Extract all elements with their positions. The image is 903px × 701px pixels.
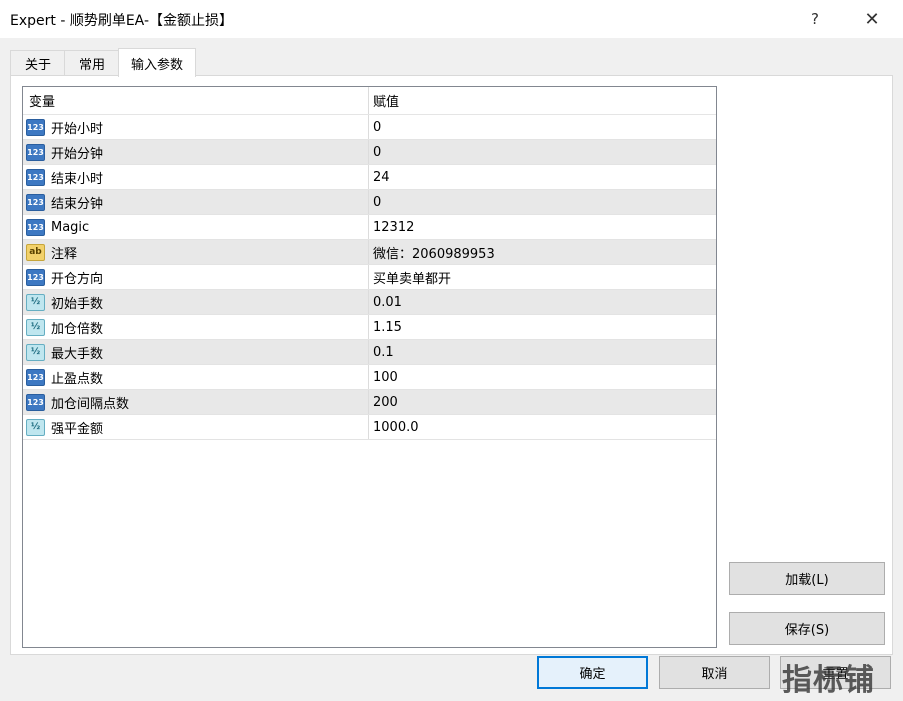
variable-cell[interactable]: 123 开始分钟 (23, 140, 369, 164)
variable-name: 注释 (51, 246, 78, 262)
value-cell[interactable]: 24 (369, 165, 716, 189)
variable-cell[interactable]: ab 注释 (23, 240, 369, 264)
string-type-icon: ab (26, 243, 45, 261)
help-button[interactable]: ? (792, 0, 838, 38)
int-type-icon: 123 (26, 193, 45, 211)
close-button[interactable]: ✕ (849, 0, 895, 38)
int-type-icon: 123 (26, 143, 45, 161)
variable-cell[interactable]: ½ 强平金额 (23, 415, 369, 439)
int-type-icon: 123 (26, 393, 45, 411)
column-header-value[interactable]: 赋值 (369, 87, 716, 114)
table-row[interactable]: 123 结束分钟 0 (23, 190, 716, 215)
variable-cell[interactable]: ½ 加仓倍数 (23, 315, 369, 339)
value-cell[interactable]: 1.15 (369, 315, 716, 339)
table-header: 变量 赋值 (23, 87, 716, 115)
variable-name: 结束小时 (51, 171, 104, 187)
variable-cell[interactable]: 123 Magic (23, 215, 369, 239)
table-row[interactable]: ½ 初始手数 0.01 (23, 290, 716, 315)
value-cell[interactable]: 12312 (369, 215, 716, 239)
table-row[interactable]: ab 注释 微信：2060989953 (23, 240, 716, 265)
table-row[interactable]: ½ 强平金额 1000.0 (23, 415, 716, 440)
variable-cell[interactable]: ½ 初始手数 (23, 290, 369, 314)
variable-name: 强平金额 (51, 421, 104, 437)
variable-name: 加仓间隔点数 (51, 396, 130, 412)
value-cell[interactable]: 1000.0 (369, 415, 716, 439)
tab-about[interactable]: 关于 (10, 50, 66, 75)
variable-name: Magic (51, 219, 90, 235)
value-cell[interactable]: 买单卖单都开 (369, 265, 716, 289)
table-row[interactable]: ½ 加仓倍数 1.15 (23, 315, 716, 340)
tab-common[interactable]: 常用 (64, 50, 120, 75)
double-type-icon: ½ (26, 418, 45, 436)
variable-name: 开始小时 (51, 121, 104, 137)
int-type-icon: 123 (26, 118, 45, 136)
variable-cell[interactable]: ½ 最大手数 (23, 340, 369, 364)
double-type-icon: ½ (26, 293, 45, 311)
table-row[interactable]: 123 开始小时 0 (23, 115, 716, 140)
value-cell[interactable]: 微信：2060989953 (369, 240, 716, 264)
variable-cell[interactable]: 123 止盈点数 (23, 365, 369, 389)
table-row[interactable]: 123 加仓间隔点数 200 (23, 390, 716, 415)
value-cell[interactable]: 200 (369, 390, 716, 414)
value-cell[interactable]: 0 (369, 140, 716, 164)
variable-name: 结束分钟 (51, 196, 104, 212)
variable-name: 加仓倍数 (51, 321, 104, 337)
value-cell[interactable]: 100 (369, 365, 716, 389)
variable-cell[interactable]: 123 结束分钟 (23, 190, 369, 214)
table-row[interactable]: ½ 最大手数 0.1 (23, 340, 716, 365)
parameters-table[interactable]: 变量 赋值 123 开始小时 0 123 开始分钟 0 123 结束小时 24 123 结束分钟 0 1… (22, 86, 717, 648)
cancel-button[interactable]: 取消 (659, 656, 770, 689)
table-body: 123 开始小时 0 123 开始分钟 0 123 结束小时 24 123 结束分钟 0 123 Magi… (23, 115, 716, 440)
value-cell[interactable]: 0.01 (369, 290, 716, 314)
table-row[interactable]: 123 Magic 12312 (23, 215, 716, 240)
value-cell[interactable]: 0.1 (369, 340, 716, 364)
variable-cell[interactable]: 123 结束小时 (23, 165, 369, 189)
tab-inputs[interactable]: 输入参数 (118, 48, 196, 77)
table-row[interactable]: 123 止盈点数 100 (23, 365, 716, 390)
variable-cell[interactable]: 123 开始小时 (23, 115, 369, 139)
save-button[interactable]: 保存(S) (729, 612, 885, 645)
window-title: Expert - 顺势刷单EA-【金额止损】 (10, 13, 233, 29)
value-cell[interactable]: 0 (369, 190, 716, 214)
variable-name: 开仓方向 (51, 271, 104, 287)
variable-name: 开始分钟 (51, 146, 104, 162)
double-type-icon: ½ (26, 343, 45, 361)
int-type-icon: 123 (26, 368, 45, 386)
value-cell[interactable]: 0 (369, 115, 716, 139)
variable-name: 最大手数 (51, 346, 104, 362)
int-type-icon: 123 (26, 268, 45, 286)
column-header-variable[interactable]: 变量 (23, 87, 369, 114)
variable-name: 初始手数 (51, 296, 104, 312)
table-row[interactable]: 123 开仓方向 买单卖单都开 (23, 265, 716, 290)
int-type-icon: 123 (26, 168, 45, 186)
variable-cell[interactable]: 123 开仓方向 (23, 265, 369, 289)
watermark-logo: 指标铺 (782, 663, 875, 698)
load-button[interactable]: 加载(L) (729, 562, 885, 595)
int-type-icon: 123 (26, 218, 45, 236)
table-row[interactable]: 123 结束小时 24 (23, 165, 716, 190)
double-type-icon: ½ (26, 318, 45, 336)
variable-cell[interactable]: 123 加仓间隔点数 (23, 390, 369, 414)
table-row[interactable]: 123 开始分钟 0 (23, 140, 716, 165)
ok-button[interactable]: 确定 (537, 656, 648, 689)
variable-name: 止盈点数 (51, 371, 104, 387)
title-bar: Expert - 顺势刷单EA-【金额止损】 ? ✕ (0, 0, 903, 38)
